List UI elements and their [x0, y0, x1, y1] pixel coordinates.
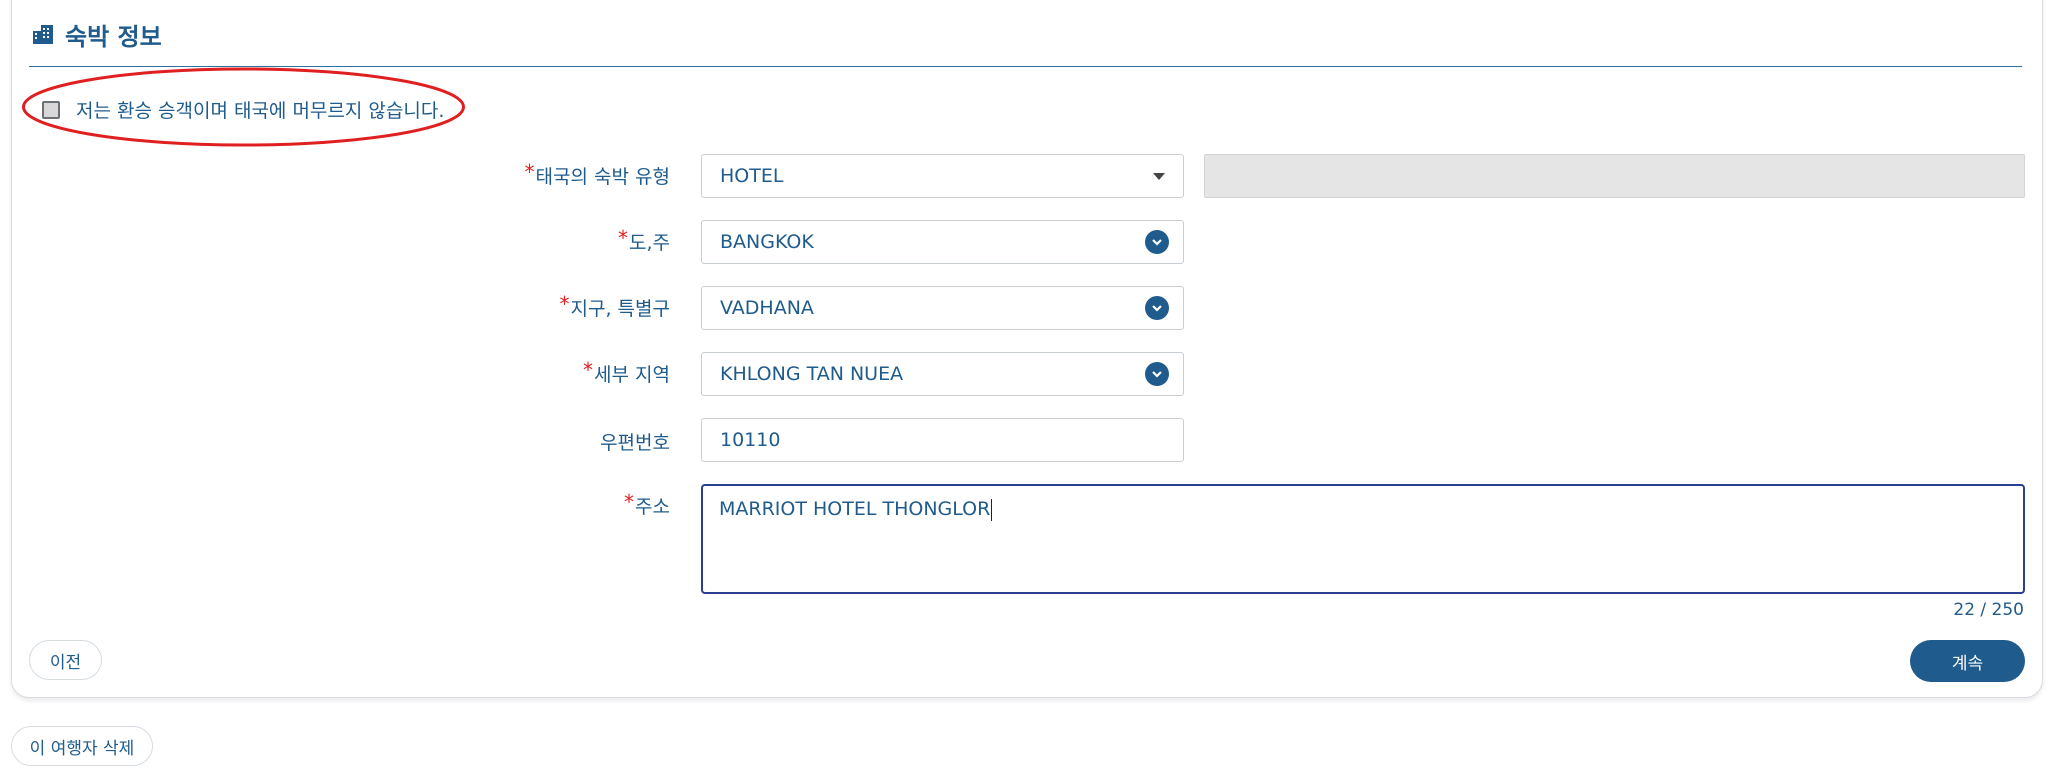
postal-code-label: 우편번호: [600, 432, 670, 454]
section-title: 숙박 정보: [65, 22, 162, 51]
chevron-down-icon: [1145, 296, 1169, 320]
accommodation-other-input: [1204, 154, 2025, 198]
accommodation-type-value: HOTEL: [720, 165, 784, 187]
building-icon: [33, 25, 53, 44]
text-cursor: [991, 498, 993, 521]
address-label-text: 주소: [635, 496, 670, 518]
subdistrict-label: *세부 지역: [583, 358, 670, 387]
required-marker: *: [618, 226, 628, 250]
title-divider: [29, 66, 2022, 67]
subdistrict-value: KHLONG TAN NUEA: [720, 363, 904, 385]
required-marker: *: [524, 160, 535, 184]
previous-button[interactable]: 이전: [29, 640, 102, 680]
postal-code-input[interactable]: 10110: [701, 418, 1184, 462]
address-label: *주소: [624, 490, 670, 519]
accommodation-type-select[interactable]: HOTEL: [701, 154, 1184, 198]
address-text: MARRIOT HOTEL THONGLOR: [719, 498, 991, 520]
district-select[interactable]: VADHANA: [701, 286, 1184, 330]
character-counter: 22 / 250: [1953, 600, 2024, 620]
province-label: *도,주: [618, 226, 670, 255]
address-textarea[interactable]: MARRIOT HOTEL THONGLOR: [701, 484, 2025, 594]
required-marker: *: [624, 490, 635, 514]
transit-checkbox[interactable]: [42, 100, 60, 119]
caret-down-icon: [1153, 172, 1165, 180]
transit-checkbox-label: 저는 환승 승객이며 태국에 머무르지 않습니다.: [76, 100, 445, 122]
accommodation-type-label: *태국의 숙박 유형: [524, 160, 670, 189]
subdistrict-select[interactable]: KHLONG TAN NUEA: [701, 352, 1184, 396]
chevron-down-icon: [1145, 230, 1169, 254]
accommodation-type-label-text: 태국의 숙박 유형: [535, 166, 670, 188]
continue-button[interactable]: 계속: [1910, 640, 2025, 682]
district-label-text: 지구, 특별구: [570, 298, 670, 320]
required-marker: *: [559, 292, 570, 316]
delete-traveler-button[interactable]: 이 여행자 삭제: [11, 726, 153, 766]
province-label-text: 도,주: [629, 232, 670, 254]
chevron-down-icon: [1145, 362, 1169, 386]
province-value: BANGKOK: [720, 231, 814, 253]
transit-option[interactable]: 저는 환승 승객이며 태국에 머무르지 않습니다.: [42, 96, 444, 123]
required-marker: *: [583, 358, 594, 382]
subdistrict-label-text: 세부 지역: [594, 364, 670, 386]
section-header: 숙박 정보: [31, 16, 162, 52]
district-label: *지구, 특별구: [559, 292, 670, 321]
district-value: VADHANA: [720, 297, 814, 319]
province-select[interactable]: BANGKOK: [701, 220, 1184, 264]
